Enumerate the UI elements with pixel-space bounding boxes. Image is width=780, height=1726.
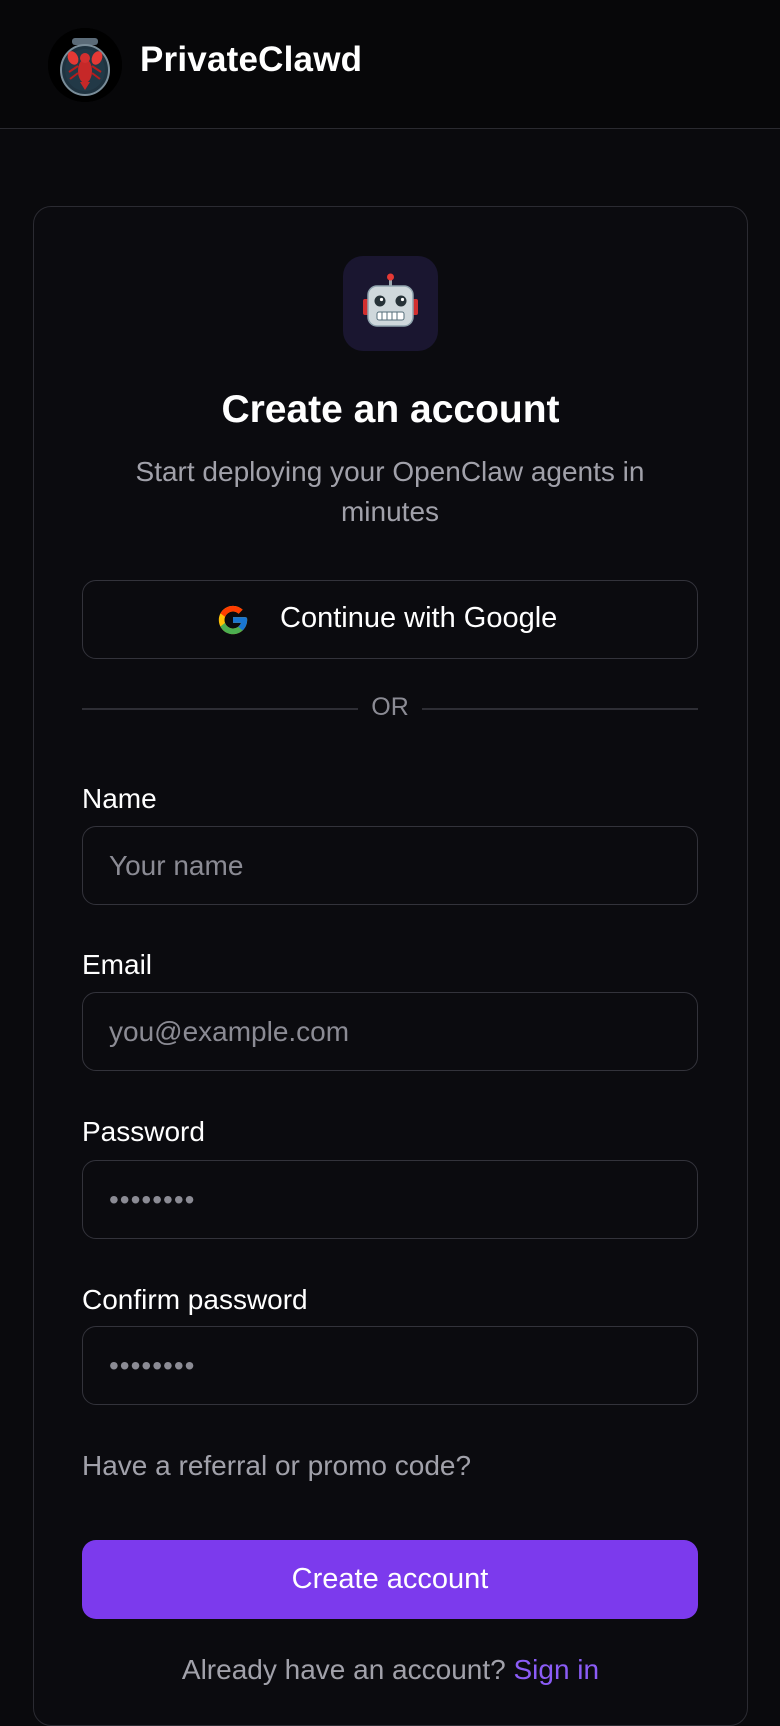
divider-left bbox=[82, 708, 358, 710]
signin-prompt: Already have an account? bbox=[181, 1654, 514, 1685]
password-input[interactable] bbox=[82, 1160, 698, 1239]
continue-with-google-button[interactable]: Continue with Google bbox=[82, 580, 698, 659]
email-label: Email bbox=[82, 949, 153, 980]
brand-name: PrivateClawd bbox=[140, 40, 363, 79]
confirm-password-input[interactable] bbox=[82, 1326, 698, 1405]
robot-icon bbox=[343, 256, 438, 351]
name-input[interactable] bbox=[82, 826, 698, 905]
google-icon bbox=[216, 603, 250, 637]
signin-row: Already have an account? Sign in bbox=[33, 1654, 748, 1686]
page-title: Create an account bbox=[221, 388, 560, 431]
divider-right bbox=[422, 708, 698, 710]
confirm-password-label: Confirm password bbox=[82, 1284, 308, 1315]
email-input[interactable] bbox=[82, 992, 698, 1071]
promo-code-link[interactable]: Have a referral or promo code? bbox=[82, 1450, 471, 1482]
page-subtitle: Start deploying your OpenClaw agents in … bbox=[135, 456, 645, 527]
create-account-button[interactable]: Create account bbox=[82, 1540, 698, 1619]
top-bar: PrivateClawd bbox=[0, 0, 780, 129]
google-button-label: Continue with Google bbox=[280, 602, 558, 634]
name-label: Name bbox=[82, 783, 157, 814]
password-label: Password bbox=[82, 1116, 205, 1147]
lobster-jar-icon[interactable] bbox=[48, 28, 122, 102]
signin-link[interactable]: Sign in bbox=[513, 1654, 599, 1685]
